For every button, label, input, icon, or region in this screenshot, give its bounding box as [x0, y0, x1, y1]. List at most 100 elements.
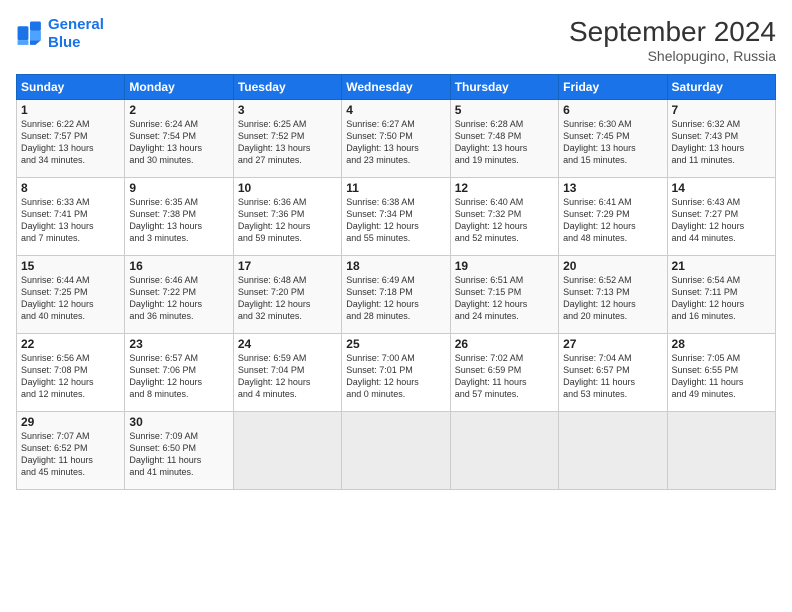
table-row: 2Sunrise: 6:24 AM Sunset: 7:54 PM Daylig… — [125, 100, 233, 178]
day-info-2: Sunrise: 6:24 AM Sunset: 7:54 PM Dayligh… — [129, 118, 228, 167]
day-info-12: Sunrise: 6:40 AM Sunset: 7:32 PM Dayligh… — [455, 196, 554, 245]
table-row: 25Sunrise: 7:00 AM Sunset: 7:01 PM Dayli… — [342, 334, 450, 412]
calendar-table: Sunday Monday Tuesday Wednesday Thursday… — [16, 74, 776, 490]
header-row: Sunday Monday Tuesday Wednesday Thursday… — [17, 75, 776, 100]
day-info-16: Sunrise: 6:46 AM Sunset: 7:22 PM Dayligh… — [129, 274, 228, 323]
table-row — [667, 412, 775, 490]
day-number-14: 14 — [672, 181, 771, 195]
day-info-21: Sunrise: 6:54 AM Sunset: 7:11 PM Dayligh… — [672, 274, 771, 323]
day-info-14: Sunrise: 6:43 AM Sunset: 7:27 PM Dayligh… — [672, 196, 771, 245]
day-number-30: 30 — [129, 415, 228, 429]
day-number-11: 11 — [346, 181, 445, 195]
table-row: 13Sunrise: 6:41 AM Sunset: 7:29 PM Dayli… — [559, 178, 667, 256]
day-info-25: Sunrise: 7:00 AM Sunset: 7:01 PM Dayligh… — [346, 352, 445, 401]
day-number-27: 27 — [563, 337, 662, 351]
day-info-19: Sunrise: 6:51 AM Sunset: 7:15 PM Dayligh… — [455, 274, 554, 323]
day-info-27: Sunrise: 7:04 AM Sunset: 6:57 PM Dayligh… — [563, 352, 662, 401]
day-number-13: 13 — [563, 181, 662, 195]
table-row: 26Sunrise: 7:02 AM Sunset: 6:59 PM Dayli… — [450, 334, 558, 412]
table-row: 15Sunrise: 6:44 AM Sunset: 7:25 PM Dayli… — [17, 256, 125, 334]
day-number-1: 1 — [21, 103, 120, 117]
day-info-4: Sunrise: 6:27 AM Sunset: 7:50 PM Dayligh… — [346, 118, 445, 167]
title-block: September 2024 Shelopugino, Russia — [569, 16, 776, 64]
table-row: 30Sunrise: 7:09 AM Sunset: 6:50 PM Dayli… — [125, 412, 233, 490]
table-row: 19Sunrise: 6:51 AM Sunset: 7:15 PM Dayli… — [450, 256, 558, 334]
day-info-17: Sunrise: 6:48 AM Sunset: 7:20 PM Dayligh… — [238, 274, 337, 323]
day-info-3: Sunrise: 6:25 AM Sunset: 7:52 PM Dayligh… — [238, 118, 337, 167]
day-number-19: 19 — [455, 259, 554, 273]
day-info-18: Sunrise: 6:49 AM Sunset: 7:18 PM Dayligh… — [346, 274, 445, 323]
day-number-15: 15 — [21, 259, 120, 273]
header-sunday: Sunday — [17, 75, 125, 100]
table-row: 21Sunrise: 6:54 AM Sunset: 7:11 PM Dayli… — [667, 256, 775, 334]
day-number-9: 9 — [129, 181, 228, 195]
day-number-12: 12 — [455, 181, 554, 195]
day-number-5: 5 — [455, 103, 554, 117]
day-info-28: Sunrise: 7:05 AM Sunset: 6:55 PM Dayligh… — [672, 352, 771, 401]
day-info-23: Sunrise: 6:57 AM Sunset: 7:06 PM Dayligh… — [129, 352, 228, 401]
table-row: 6Sunrise: 6:30 AM Sunset: 7:45 PM Daylig… — [559, 100, 667, 178]
logo-icon — [16, 20, 44, 48]
day-info-26: Sunrise: 7:02 AM Sunset: 6:59 PM Dayligh… — [455, 352, 554, 401]
table-row: 14Sunrise: 6:43 AM Sunset: 7:27 PM Dayli… — [667, 178, 775, 256]
day-info-7: Sunrise: 6:32 AM Sunset: 7:43 PM Dayligh… — [672, 118, 771, 167]
day-number-21: 21 — [672, 259, 771, 273]
table-row: 23Sunrise: 6:57 AM Sunset: 7:06 PM Dayli… — [125, 334, 233, 412]
day-number-16: 16 — [129, 259, 228, 273]
week-row-3: 15Sunrise: 6:44 AM Sunset: 7:25 PM Dayli… — [17, 256, 776, 334]
page: General Blue September 2024 Shelopugino,… — [0, 0, 792, 612]
day-info-15: Sunrise: 6:44 AM Sunset: 7:25 PM Dayligh… — [21, 274, 120, 323]
table-row — [450, 412, 558, 490]
header-wednesday: Wednesday — [342, 75, 450, 100]
header-tuesday: Tuesday — [233, 75, 341, 100]
logo-line1: General — [48, 16, 104, 33]
week-row-2: 8Sunrise: 6:33 AM Sunset: 7:41 PM Daylig… — [17, 178, 776, 256]
table-row: 27Sunrise: 7:04 AM Sunset: 6:57 PM Dayli… — [559, 334, 667, 412]
table-row: 9Sunrise: 6:35 AM Sunset: 7:38 PM Daylig… — [125, 178, 233, 256]
logo-line2: Blue — [48, 34, 81, 51]
header: General Blue September 2024 Shelopugino,… — [16, 16, 776, 64]
table-row — [559, 412, 667, 490]
day-number-28: 28 — [672, 337, 771, 351]
table-row: 7Sunrise: 6:32 AM Sunset: 7:43 PM Daylig… — [667, 100, 775, 178]
day-number-23: 23 — [129, 337, 228, 351]
day-number-7: 7 — [672, 103, 771, 117]
day-info-20: Sunrise: 6:52 AM Sunset: 7:13 PM Dayligh… — [563, 274, 662, 323]
day-number-18: 18 — [346, 259, 445, 273]
table-row: 24Sunrise: 6:59 AM Sunset: 7:04 PM Dayli… — [233, 334, 341, 412]
day-number-4: 4 — [346, 103, 445, 117]
day-number-29: 29 — [21, 415, 120, 429]
table-row: 10Sunrise: 6:36 AM Sunset: 7:36 PM Dayli… — [233, 178, 341, 256]
table-row: 12Sunrise: 6:40 AM Sunset: 7:32 PM Dayli… — [450, 178, 558, 256]
header-thursday: Thursday — [450, 75, 558, 100]
table-row: 28Sunrise: 7:05 AM Sunset: 6:55 PM Dayli… — [667, 334, 775, 412]
logo-text: General Blue — [48, 16, 104, 52]
day-number-20: 20 — [563, 259, 662, 273]
table-row: 4Sunrise: 6:27 AM Sunset: 7:50 PM Daylig… — [342, 100, 450, 178]
table-row: 16Sunrise: 6:46 AM Sunset: 7:22 PM Dayli… — [125, 256, 233, 334]
day-number-6: 6 — [563, 103, 662, 117]
day-number-17: 17 — [238, 259, 337, 273]
day-info-13: Sunrise: 6:41 AM Sunset: 7:29 PM Dayligh… — [563, 196, 662, 245]
day-number-25: 25 — [346, 337, 445, 351]
calendar-subtitle: Shelopugino, Russia — [569, 48, 776, 64]
table-row: 17Sunrise: 6:48 AM Sunset: 7:20 PM Dayli… — [233, 256, 341, 334]
day-info-9: Sunrise: 6:35 AM Sunset: 7:38 PM Dayligh… — [129, 196, 228, 245]
day-number-2: 2 — [129, 103, 228, 117]
table-row: 11Sunrise: 6:38 AM Sunset: 7:34 PM Dayli… — [342, 178, 450, 256]
calendar-title: September 2024 — [569, 16, 776, 48]
day-info-11: Sunrise: 6:38 AM Sunset: 7:34 PM Dayligh… — [346, 196, 445, 245]
table-row: 3Sunrise: 6:25 AM Sunset: 7:52 PM Daylig… — [233, 100, 341, 178]
week-row-1: 1Sunrise: 6:22 AM Sunset: 7:57 PM Daylig… — [17, 100, 776, 178]
logo: General Blue — [16, 16, 104, 52]
table-row — [233, 412, 341, 490]
table-row: 5Sunrise: 6:28 AM Sunset: 7:48 PM Daylig… — [450, 100, 558, 178]
header-saturday: Saturday — [667, 75, 775, 100]
header-friday: Friday — [559, 75, 667, 100]
week-row-4: 22Sunrise: 6:56 AM Sunset: 7:08 PM Dayli… — [17, 334, 776, 412]
day-info-1: Sunrise: 6:22 AM Sunset: 7:57 PM Dayligh… — [21, 118, 120, 167]
day-number-8: 8 — [21, 181, 120, 195]
day-info-22: Sunrise: 6:56 AM Sunset: 7:08 PM Dayligh… — [21, 352, 120, 401]
week-row-5: 29Sunrise: 7:07 AM Sunset: 6:52 PM Dayli… — [17, 412, 776, 490]
day-number-26: 26 — [455, 337, 554, 351]
